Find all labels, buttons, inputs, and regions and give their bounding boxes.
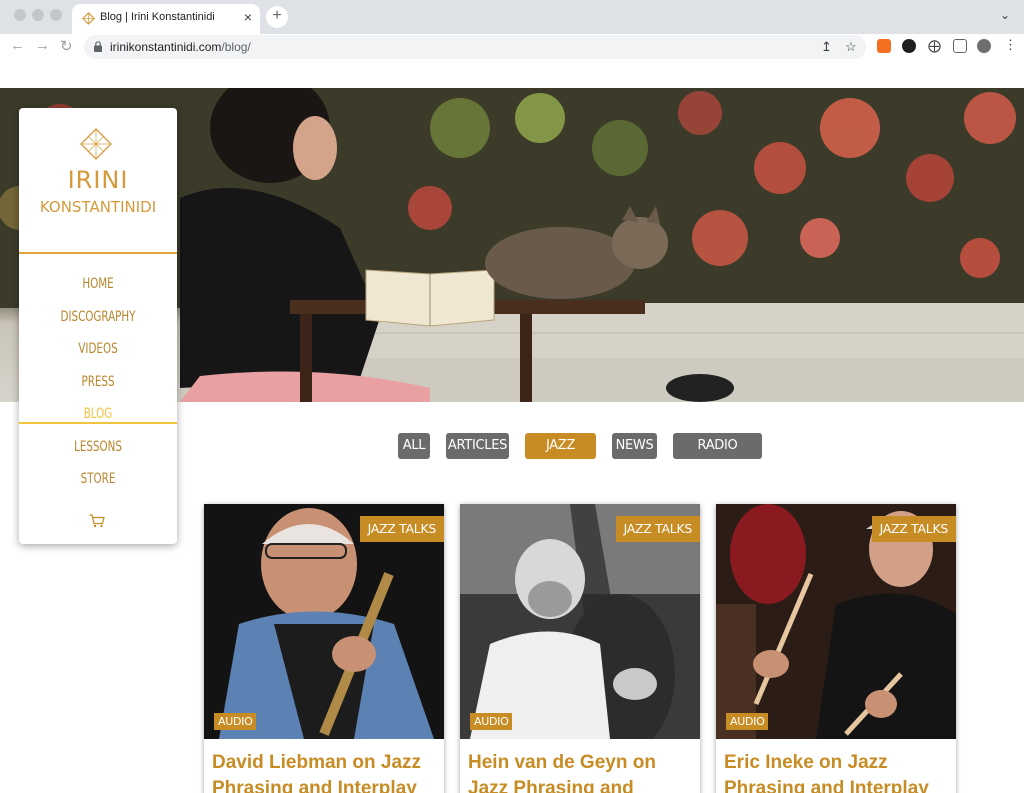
site-sidebar-nav: IRINI KONSTANTINIDI HOME DISCOGRAPHY VID…	[19, 108, 177, 544]
audio-badge: AUDIO	[470, 713, 513, 730]
audio-badge: AUDIO	[726, 713, 769, 730]
logo-last-name: KONSTANTINIDI	[39, 198, 157, 216]
category-tag[interactable]: JAZZ TALKS	[359, 516, 444, 542]
web-page: IRINI KONSTANTINIDI HOME DISCOGRAPHY VID…	[0, 60, 1024, 793]
filter-articles[interactable]: ARTICLES	[446, 433, 509, 459]
filter-jazz-talks[interactable]: JAZZ TALKS	[525, 433, 596, 479]
nav-item-press[interactable]: PRESS	[33, 366, 163, 399]
zoom-window-button[interactable]	[50, 9, 62, 21]
profile-icon[interactable]	[977, 39, 991, 53]
nav-item-store[interactable]: STORE	[33, 463, 163, 496]
post-card[interactable]: JAZZ TALKS AUDIO Eric Ineke on Jazz Phra…	[716, 504, 956, 793]
nav-item-lessons[interactable]: LESSONS	[33, 431, 163, 464]
menu-icon[interactable]: ⋮	[1004, 37, 1017, 53]
new-tab-button[interactable]: +	[266, 6, 288, 28]
logo-first-name: IRINI	[67, 166, 129, 194]
lock-icon	[94, 41, 102, 52]
cart-icon[interactable]	[89, 514, 105, 528]
post-card[interactable]: JAZZ TALKS AUDIO David Liebman on Jazz P…	[204, 504, 444, 793]
category-tag[interactable]: JAZZ TALKS	[871, 516, 956, 542]
post-title[interactable]: David Liebman on Jazz Phrasing and Inter…	[212, 750, 437, 793]
main-menu: HOME DISCOGRAPHY VIDEOS PRESS BLOG LESSO…	[19, 268, 177, 496]
post-title[interactable]: Eric Ineke on Jazz Phrasing and Interpla…	[724, 750, 949, 793]
nav-item-blog[interactable]: BLOG	[33, 398, 163, 431]
active-nav-underline	[19, 422, 177, 424]
sidepanel-icon[interactable]	[953, 39, 967, 53]
post-title[interactable]: Hein van de Geyn on Jazz Phrasing and In…	[468, 750, 693, 793]
back-icon[interactable]: ←	[10, 37, 25, 54]
url-text: irinikonstantinidi.com/blog/	[110, 40, 251, 54]
post-thumbnail[interactable]: JAZZ TALKS AUDIO	[716, 504, 956, 739]
tab-search-chevron-icon[interactable]: ⌄	[1000, 8, 1010, 22]
nav-item-home[interactable]: HOME	[33, 268, 163, 301]
category-tag[interactable]: JAZZ TALKS	[615, 516, 700, 542]
browser-tab[interactable]: Blog | Irini Konstantinidi ×	[72, 4, 260, 34]
close-window-button[interactable]	[14, 9, 26, 21]
browser-tab-bar: Blog | Irini Konstantinidi × + ⌄	[0, 0, 1024, 34]
site-favicon-icon	[82, 12, 95, 25]
diamond-logo-icon	[80, 128, 112, 160]
site-logo[interactable]: IRINI KONSTANTINIDI	[19, 108, 177, 254]
filter-all[interactable]: ALL	[398, 433, 430, 459]
reload-icon[interactable]: ↻	[60, 37, 73, 55]
url-domain: irinikonstantinidi.com	[110, 40, 222, 54]
filter-radio-shows[interactable]: RADIO SHOWS	[673, 433, 762, 479]
audio-badge: AUDIO	[214, 713, 257, 730]
extension-k-icon[interactable]	[902, 39, 916, 53]
hubspot-extension-icon[interactable]	[877, 39, 891, 53]
address-bar[interactable]: irinikonstantinidi.com/blog/ ↥ ☆	[84, 35, 866, 59]
forward-icon[interactable]: →	[35, 37, 50, 54]
tab-close-icon[interactable]: ×	[244, 9, 252, 25]
post-thumbnail[interactable]: JAZZ TALKS AUDIO	[204, 504, 444, 739]
post-thumbnail[interactable]: JAZZ TALKS AUDIO	[460, 504, 700, 739]
extension-icon[interactable]: ⨁	[928, 38, 941, 54]
star-icon[interactable]: ☆	[845, 39, 857, 55]
nav-item-discography[interactable]: DISCOGRAPHY	[33, 301, 163, 334]
filter-news[interactable]: NEWS	[612, 433, 657, 459]
post-card[interactable]: JAZZ TALKS AUDIO Hein van de Geyn on Jaz…	[460, 504, 700, 793]
share-icon[interactable]: ↥	[821, 39, 832, 55]
minimize-window-button[interactable]	[32, 9, 44, 21]
browser-toolbar: ← → ↻ irinikonstantinidi.com/blog/ ↥ ☆ ⨁…	[0, 34, 1024, 60]
tab-title: Blog | Irini Konstantinidi	[100, 11, 215, 23]
url-path: /blog/	[221, 40, 251, 54]
nav-item-videos[interactable]: VIDEOS	[33, 333, 163, 366]
